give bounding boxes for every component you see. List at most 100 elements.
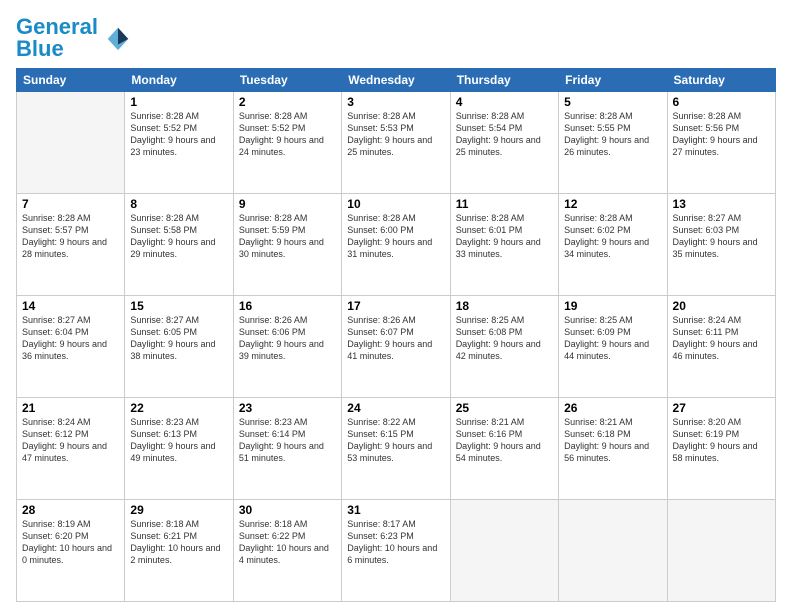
- calendar-cell: 16 Sunrise: 8:26 AMSunset: 6:06 PMDaylig…: [233, 296, 341, 398]
- calendar-cell: [667, 500, 775, 602]
- day-info: Sunrise: 8:28 AMSunset: 6:02 PMDaylight:…: [564, 213, 649, 259]
- calendar-cell: 21 Sunrise: 8:24 AMSunset: 6:12 PMDaylig…: [17, 398, 125, 500]
- calendar-header-row: SundayMondayTuesdayWednesdayThursdayFrid…: [17, 69, 776, 92]
- logo-icon: [104, 24, 132, 52]
- day-number: 31: [347, 503, 444, 517]
- day-info: Sunrise: 8:20 AMSunset: 6:19 PMDaylight:…: [673, 417, 758, 463]
- calendar-cell: 20 Sunrise: 8:24 AMSunset: 6:11 PMDaylig…: [667, 296, 775, 398]
- day-number: 27: [673, 401, 770, 415]
- day-number: 12: [564, 197, 661, 211]
- calendar-cell: 28 Sunrise: 8:19 AMSunset: 6:20 PMDaylig…: [17, 500, 125, 602]
- day-number: 8: [130, 197, 227, 211]
- day-number: 10: [347, 197, 444, 211]
- day-info: Sunrise: 8:27 AMSunset: 6:03 PMDaylight:…: [673, 213, 758, 259]
- day-number: 24: [347, 401, 444, 415]
- day-info: Sunrise: 8:22 AMSunset: 6:15 PMDaylight:…: [347, 417, 432, 463]
- day-info: Sunrise: 8:28 AMSunset: 6:01 PMDaylight:…: [456, 213, 541, 259]
- calendar-week-row: 14 Sunrise: 8:27 AMSunset: 6:04 PMDaylig…: [17, 296, 776, 398]
- calendar-cell: 2 Sunrise: 8:28 AMSunset: 5:52 PMDayligh…: [233, 92, 341, 194]
- calendar-cell: 4 Sunrise: 8:28 AMSunset: 5:54 PMDayligh…: [450, 92, 558, 194]
- day-number: 22: [130, 401, 227, 415]
- day-number: 6: [673, 95, 770, 109]
- day-info: Sunrise: 8:28 AMSunset: 5:52 PMDaylight:…: [130, 111, 215, 157]
- day-number: 26: [564, 401, 661, 415]
- calendar-week-row: 7 Sunrise: 8:28 AMSunset: 5:57 PMDayligh…: [17, 194, 776, 296]
- calendar-cell: 27 Sunrise: 8:20 AMSunset: 6:19 PMDaylig…: [667, 398, 775, 500]
- calendar: SundayMondayTuesdayWednesdayThursdayFrid…: [16, 68, 776, 602]
- calendar-cell: 24 Sunrise: 8:22 AMSunset: 6:15 PMDaylig…: [342, 398, 450, 500]
- day-number: 30: [239, 503, 336, 517]
- day-number: 16: [239, 299, 336, 313]
- day-number: 28: [22, 503, 119, 517]
- calendar-cell: 6 Sunrise: 8:28 AMSunset: 5:56 PMDayligh…: [667, 92, 775, 194]
- day-number: 11: [456, 197, 553, 211]
- day-info: Sunrise: 8:28 AMSunset: 5:58 PMDaylight:…: [130, 213, 215, 259]
- calendar-day-header: Saturday: [667, 69, 775, 92]
- day-number: 2: [239, 95, 336, 109]
- day-info: Sunrise: 8:24 AMSunset: 6:12 PMDaylight:…: [22, 417, 107, 463]
- day-number: 7: [22, 197, 119, 211]
- day-info: Sunrise: 8:18 AMSunset: 6:21 PMDaylight:…: [130, 519, 220, 565]
- day-number: 23: [239, 401, 336, 415]
- calendar-cell: 12 Sunrise: 8:28 AMSunset: 6:02 PMDaylig…: [559, 194, 667, 296]
- logo-blue: Blue: [16, 36, 64, 61]
- calendar-cell: 9 Sunrise: 8:28 AMSunset: 5:59 PMDayligh…: [233, 194, 341, 296]
- calendar-cell: 10 Sunrise: 8:28 AMSunset: 6:00 PMDaylig…: [342, 194, 450, 296]
- day-info: Sunrise: 8:28 AMSunset: 5:56 PMDaylight:…: [673, 111, 758, 157]
- day-info: Sunrise: 8:28 AMSunset: 5:54 PMDaylight:…: [456, 111, 541, 157]
- calendar-cell: 18 Sunrise: 8:25 AMSunset: 6:08 PMDaylig…: [450, 296, 558, 398]
- calendar-cell: 1 Sunrise: 8:28 AMSunset: 5:52 PMDayligh…: [125, 92, 233, 194]
- calendar-cell: 15 Sunrise: 8:27 AMSunset: 6:05 PMDaylig…: [125, 296, 233, 398]
- day-number: 3: [347, 95, 444, 109]
- calendar-cell: 14 Sunrise: 8:27 AMSunset: 6:04 PMDaylig…: [17, 296, 125, 398]
- day-number: 9: [239, 197, 336, 211]
- day-number: 29: [130, 503, 227, 517]
- calendar-cell: 3 Sunrise: 8:28 AMSunset: 5:53 PMDayligh…: [342, 92, 450, 194]
- calendar-cell: 17 Sunrise: 8:26 AMSunset: 6:07 PMDaylig…: [342, 296, 450, 398]
- day-number: 15: [130, 299, 227, 313]
- calendar-week-row: 28 Sunrise: 8:19 AMSunset: 6:20 PMDaylig…: [17, 500, 776, 602]
- day-info: Sunrise: 8:19 AMSunset: 6:20 PMDaylight:…: [22, 519, 112, 565]
- day-info: Sunrise: 8:28 AMSunset: 5:59 PMDaylight:…: [239, 213, 324, 259]
- day-info: Sunrise: 8:18 AMSunset: 6:22 PMDaylight:…: [239, 519, 329, 565]
- day-info: Sunrise: 8:25 AMSunset: 6:09 PMDaylight:…: [564, 315, 649, 361]
- calendar-week-row: 21 Sunrise: 8:24 AMSunset: 6:12 PMDaylig…: [17, 398, 776, 500]
- calendar-cell: 26 Sunrise: 8:21 AMSunset: 6:18 PMDaylig…: [559, 398, 667, 500]
- day-info: Sunrise: 8:28 AMSunset: 5:52 PMDaylight:…: [239, 111, 324, 157]
- day-info: Sunrise: 8:25 AMSunset: 6:08 PMDaylight:…: [456, 315, 541, 361]
- calendar-cell: 11 Sunrise: 8:28 AMSunset: 6:01 PMDaylig…: [450, 194, 558, 296]
- day-info: Sunrise: 8:28 AMSunset: 5:57 PMDaylight:…: [22, 213, 107, 259]
- day-number: 25: [456, 401, 553, 415]
- day-info: Sunrise: 8:21 AMSunset: 6:18 PMDaylight:…: [564, 417, 649, 463]
- day-info: Sunrise: 8:28 AMSunset: 5:55 PMDaylight:…: [564, 111, 649, 157]
- calendar-cell: 30 Sunrise: 8:18 AMSunset: 6:22 PMDaylig…: [233, 500, 341, 602]
- calendar-day-header: Monday: [125, 69, 233, 92]
- header: General Blue: [16, 16, 776, 60]
- day-number: 21: [22, 401, 119, 415]
- day-number: 18: [456, 299, 553, 313]
- day-number: 1: [130, 95, 227, 109]
- day-info: Sunrise: 8:23 AMSunset: 6:14 PMDaylight:…: [239, 417, 324, 463]
- day-info: Sunrise: 8:27 AMSunset: 6:04 PMDaylight:…: [22, 315, 107, 361]
- logo-text: General Blue: [16, 16, 98, 60]
- day-info: Sunrise: 8:21 AMSunset: 6:16 PMDaylight:…: [456, 417, 541, 463]
- calendar-cell: [559, 500, 667, 602]
- calendar-cell: 7 Sunrise: 8:28 AMSunset: 5:57 PMDayligh…: [17, 194, 125, 296]
- day-number: 13: [673, 197, 770, 211]
- day-info: Sunrise: 8:28 AMSunset: 6:00 PMDaylight:…: [347, 213, 432, 259]
- day-number: 17: [347, 299, 444, 313]
- day-number: 20: [673, 299, 770, 313]
- calendar-day-header: Thursday: [450, 69, 558, 92]
- day-info: Sunrise: 8:26 AMSunset: 6:07 PMDaylight:…: [347, 315, 432, 361]
- day-info: Sunrise: 8:28 AMSunset: 5:53 PMDaylight:…: [347, 111, 432, 157]
- calendar-cell: 23 Sunrise: 8:23 AMSunset: 6:14 PMDaylig…: [233, 398, 341, 500]
- day-number: 14: [22, 299, 119, 313]
- calendar-cell: 22 Sunrise: 8:23 AMSunset: 6:13 PMDaylig…: [125, 398, 233, 500]
- calendar-week-row: 1 Sunrise: 8:28 AMSunset: 5:52 PMDayligh…: [17, 92, 776, 194]
- logo: General Blue: [16, 16, 132, 60]
- calendar-cell: 19 Sunrise: 8:25 AMSunset: 6:09 PMDaylig…: [559, 296, 667, 398]
- day-info: Sunrise: 8:26 AMSunset: 6:06 PMDaylight:…: [239, 315, 324, 361]
- day-info: Sunrise: 8:27 AMSunset: 6:05 PMDaylight:…: [130, 315, 215, 361]
- day-number: 19: [564, 299, 661, 313]
- calendar-cell: 31 Sunrise: 8:17 AMSunset: 6:23 PMDaylig…: [342, 500, 450, 602]
